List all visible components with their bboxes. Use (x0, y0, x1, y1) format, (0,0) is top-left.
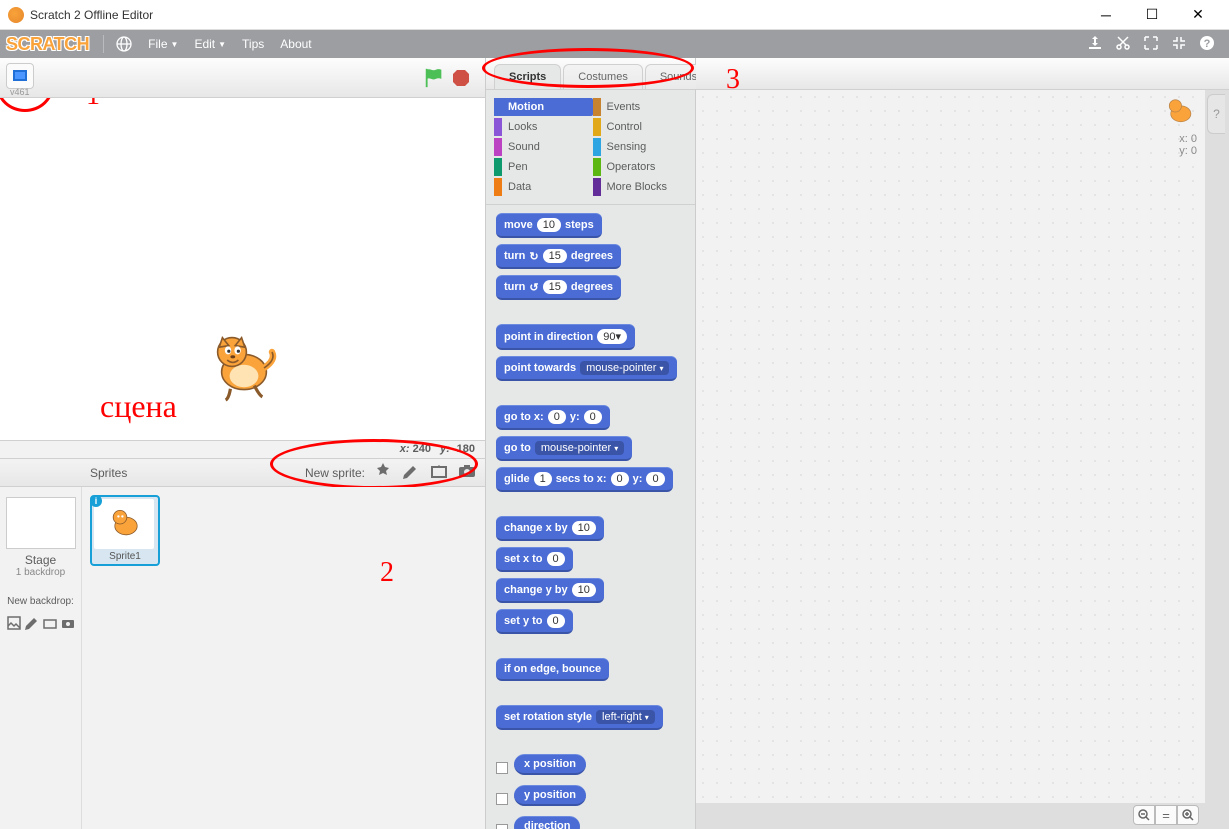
category-more[interactable]: More Blocks (593, 178, 692, 196)
reporter-ypos[interactable]: y position (514, 785, 586, 806)
svg-text:?: ? (1204, 38, 1211, 50)
sprite-preview: x: 0 y: 0 (1161, 94, 1197, 157)
category-pen[interactable]: Pen (494, 158, 593, 176)
zoom-out-button[interactable] (1133, 805, 1155, 825)
category-control[interactable]: Control (593, 118, 692, 136)
help-drawer-icon[interactable]: ? (1207, 94, 1225, 134)
sprite-info-icon[interactable]: i (90, 495, 102, 507)
block-point-dir[interactable]: point in direction90▾ (496, 324, 635, 350)
annotation-scene: сцена (100, 388, 177, 425)
scissors-icon[interactable] (1115, 35, 1131, 54)
editor-tabs: Scripts Costumes Sounds (486, 58, 695, 90)
block-palette[interactable]: move10steps turn ↻ 15degrees turn ↺ 15de… (486, 204, 695, 829)
window-title: Scratch 2 Offline Editor (30, 8, 1083, 22)
coord-y: y: 0 (1161, 145, 1197, 157)
category-looks[interactable]: Looks (494, 118, 593, 136)
window-titlebar: Scratch 2 Offline Editor ─ ☐ ✕ (0, 0, 1229, 30)
sprite-label: Sprite1 (94, 551, 156, 562)
annotation-circle-1 (0, 98, 54, 112)
choose-sprite-icon[interactable] (373, 461, 393, 484)
sprite-cat[interactable] (200, 328, 280, 408)
sprite-item-sprite1[interactable]: i Sprite1 (90, 495, 160, 566)
block-move[interactable]: move10steps (496, 213, 602, 238)
green-flag-icon[interactable] (423, 67, 445, 89)
close-button[interactable]: ✕ (1175, 0, 1221, 30)
minimize-button[interactable]: ─ (1083, 0, 1129, 30)
stamp-icon[interactable] (1087, 35, 1103, 54)
block-change-y[interactable]: change y by10 (496, 578, 604, 603)
annotation-2: 2 (380, 557, 394, 589)
reporter-direction[interactable]: direction (514, 816, 580, 829)
block-rotation-style[interactable]: set rotation styleleft-right (496, 705, 663, 730)
paint-sprite-icon[interactable] (401, 461, 421, 484)
checkbox-xpos[interactable] (496, 762, 508, 774)
zoom-reset-button[interactable]: = (1155, 805, 1177, 825)
stage-label: Stage (4, 553, 77, 567)
camera-backdrop-icon[interactable] (60, 615, 76, 634)
stage-thumbnail[interactable] (6, 497, 76, 549)
block-point-towards[interactable]: point towardsmouse-pointer (496, 356, 677, 381)
choose-backdrop-icon[interactable] (6, 615, 22, 634)
menu-bar: SCRATCH File▼ Edit▼ Tips About ? (0, 30, 1229, 58)
tab-costumes[interactable]: Costumes (563, 64, 643, 89)
version-label: v461 (10, 87, 30, 97)
coord-x: x: 0 (1161, 133, 1197, 145)
stage-coords: x: 240 y: -180 (0, 441, 485, 459)
scratch-logo: SCRATCH (6, 34, 89, 55)
category-events[interactable]: Events (593, 98, 692, 116)
checkbox-direction[interactable] (496, 824, 508, 829)
sprites-panel: Stage 1 backdrop New backdrop: i (0, 487, 485, 829)
shrink-icon[interactable] (1171, 35, 1187, 54)
upload-sprite-icon[interactable] (429, 461, 449, 484)
checkbox-ypos[interactable] (496, 793, 508, 805)
menu-file[interactable]: File▼ (140, 33, 186, 55)
block-set-y[interactable]: set y to0 (496, 609, 573, 634)
category-sensing[interactable]: Sensing (593, 138, 692, 156)
category-motion[interactable]: Motion (494, 98, 593, 116)
sprites-header: Sprites New sprite: (0, 459, 485, 487)
sprites-label: Sprites (90, 466, 127, 480)
fullscreen-button[interactable] (6, 63, 34, 89)
block-glide[interactable]: glide1secs to x:0y:0 (496, 467, 673, 492)
paint-backdrop-icon[interactable] (24, 615, 40, 634)
block-goto-xy[interactable]: go to x:0y:0 (496, 405, 610, 430)
reporter-xpos[interactable]: x position (514, 754, 586, 775)
block-bounce[interactable]: if on edge, bounce (496, 658, 609, 681)
globe-icon[interactable] (108, 32, 140, 56)
category-data[interactable]: Data (494, 178, 593, 196)
block-change-x[interactable]: change x by10 (496, 516, 604, 541)
backdrop-count: 1 backdrop (4, 567, 77, 578)
zoom-in-button[interactable] (1177, 805, 1199, 825)
menu-edit[interactable]: Edit▼ (186, 33, 234, 55)
app-icon (8, 7, 24, 23)
stage[interactable]: 1 сцена (0, 98, 485, 441)
block-turn-ccw[interactable]: turn ↺ 15degrees (496, 275, 621, 300)
block-goto[interactable]: go tomouse-pointer (496, 436, 632, 461)
category-sound[interactable]: Sound (494, 138, 593, 156)
maximize-button[interactable]: ☐ (1129, 0, 1175, 30)
menu-tips[interactable]: Tips (234, 33, 272, 55)
stage-header: v461 (0, 58, 485, 98)
help-icon[interactable]: ? (1199, 35, 1215, 54)
new-sprite-label: New sprite: (305, 466, 365, 480)
block-turn-cw[interactable]: turn ↻ 15degrees (496, 244, 621, 269)
upload-backdrop-icon[interactable] (42, 615, 58, 634)
grow-icon[interactable] (1143, 35, 1159, 54)
annotation-1: 1 (86, 98, 100, 112)
menu-about[interactable]: About (272, 33, 319, 55)
tab-scripts[interactable]: Scripts (494, 64, 561, 89)
stop-icon[interactable] (451, 68, 471, 88)
category-operators[interactable]: Operators (593, 158, 692, 176)
camera-sprite-icon[interactable] (457, 461, 477, 484)
block-set-x[interactable]: set x to0 (496, 547, 573, 572)
new-backdrop-label: New backdrop: (4, 596, 77, 607)
script-area[interactable] (696, 90, 1205, 803)
